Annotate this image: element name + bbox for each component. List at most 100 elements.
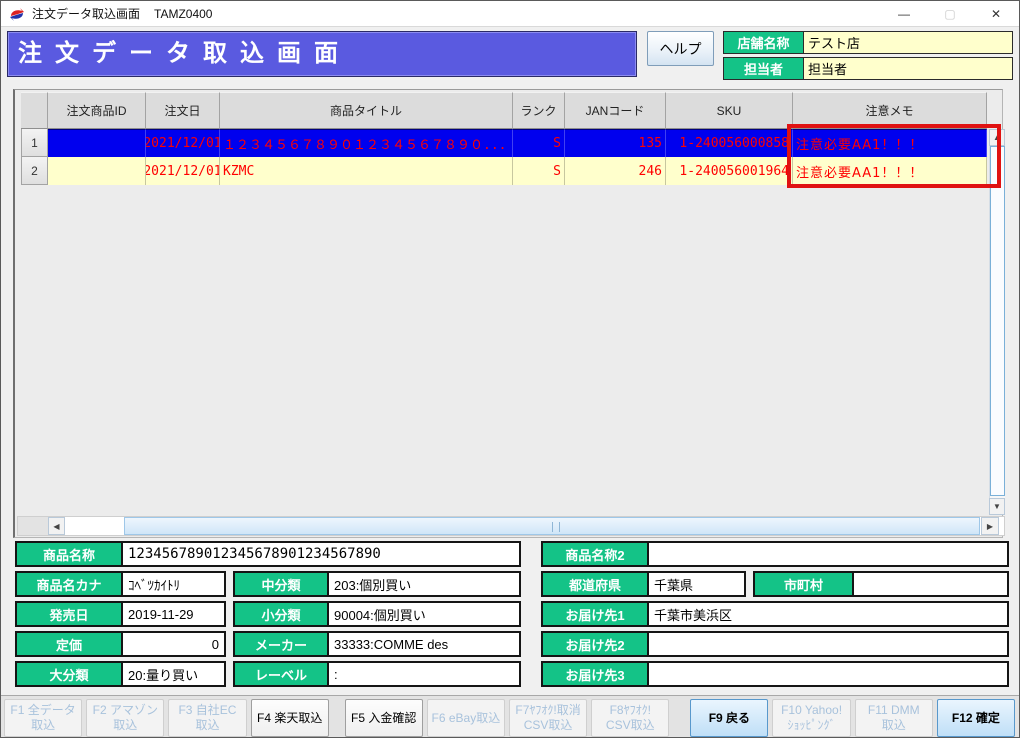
- vertical-scrollbar-track[interactable]: [989, 146, 1005, 498]
- release-date-group: 発売日 2019-11-29: [15, 601, 226, 627]
- store-name-field[interactable]: テスト店: [804, 32, 1012, 53]
- store-name-group: 店舗名称 テスト店: [723, 31, 1013, 54]
- scroll-left-button[interactable]: ◀: [48, 517, 65, 535]
- major-class-group: 大分類 20:量り買い: [15, 661, 226, 687]
- row-number[interactable]: 1: [21, 129, 48, 157]
- f9-back-button[interactable]: F9 戻る: [690, 699, 768, 737]
- window-controls: — ▢ ✕: [881, 1, 1019, 27]
- release-date-label: 発売日: [17, 603, 123, 625]
- list-price-field[interactable]: 0: [123, 633, 224, 655]
- major-class-field[interactable]: 20:量り買い: [123, 663, 224, 685]
- store-name-label: 店舗名称: [724, 32, 804, 53]
- order-grid: 注文商品ID 注文日 商品タイトル ランク JANコード SKU 注意メモ 1 …: [13, 89, 1003, 538]
- f3-own-ec-import-button: F3 自社EC取込: [168, 699, 246, 737]
- cell-order-date: 2021/12/01: [146, 157, 220, 185]
- scroll-down-button[interactable]: ▼: [989, 498, 1005, 515]
- cell-title: １２３４５６７８９０１２３４５６７８９０...: [220, 129, 513, 157]
- product-name-label: 商品名称: [17, 543, 123, 565]
- address3-group: お届け先3: [541, 661, 1009, 687]
- col-header-sku[interactable]: SKU: [666, 92, 793, 129]
- cell-sku: 1-240056001964: [666, 157, 793, 185]
- cell-rank: S: [513, 129, 565, 157]
- product-name-field[interactable]: 123456789012345678901234567890: [123, 543, 519, 565]
- f1-all-data-import-button: F1 全データ取込: [4, 699, 82, 737]
- horizontal-scrollbar-thumb[interactable]: [124, 517, 980, 535]
- minor-class-label: 小分類: [235, 603, 329, 625]
- product-kana-field[interactable]: ｺﾍﾞﾂｶｲﾄﾘ: [123, 573, 224, 595]
- product-kana-group: 商品名カナ ｺﾍﾞﾂｶｲﾄﾘ: [15, 571, 226, 597]
- product-name2-group: 商品名称2: [541, 541, 1009, 567]
- maximize-button: ▢: [927, 1, 973, 27]
- product-name2-label: 商品名称2: [543, 543, 649, 565]
- cell-rank: S: [513, 157, 565, 185]
- city-label: 市町村: [755, 573, 854, 595]
- maker-group: メーカー 33333:COMME des: [233, 631, 521, 657]
- person-field[interactable]: 担当者: [804, 58, 1012, 79]
- label-name-field[interactable]: :: [329, 663, 519, 685]
- col-header-order-id[interactable]: 注文商品ID: [48, 92, 146, 129]
- scroll-right-icon: ▶: [987, 522, 993, 531]
- address3-label: お届け先3: [543, 663, 649, 685]
- major-class-label: 大分類: [17, 663, 123, 685]
- maker-label: メーカー: [235, 633, 329, 655]
- minor-class-field[interactable]: 90004:個別買い: [329, 603, 519, 625]
- address1-field[interactable]: 千葉市美浜区: [649, 603, 1007, 625]
- cell-order-id: [48, 157, 146, 185]
- mid-class-group: 中分類 203:個別買い: [233, 571, 521, 597]
- col-header-jan[interactable]: JANコード: [565, 92, 666, 129]
- col-header-rank[interactable]: ランク: [513, 92, 565, 129]
- f8-yafuoku-csv-button: F8ﾔﾌｵｸ!CSV取込: [591, 699, 669, 737]
- page-title-banner: 注文データ取込画面: [7, 31, 637, 77]
- close-button[interactable]: ✕: [973, 1, 1019, 27]
- label-name-group: レーベル :: [233, 661, 521, 687]
- cell-order-id: [48, 129, 146, 157]
- col-header-order-date[interactable]: 注文日: [146, 92, 220, 129]
- grid-corner-cell: [21, 92, 48, 129]
- f4-rakuten-import-button[interactable]: F4 楽天取込: [251, 699, 329, 737]
- cell-title: KZMC: [220, 157, 513, 185]
- address1-group: お届け先1 千葉市美浜区: [541, 601, 1009, 627]
- cell-sku: 1-240056000858: [666, 129, 793, 157]
- scroll-left-icon: ◀: [53, 522, 59, 531]
- prefecture-label: 都道府県: [543, 573, 649, 595]
- maker-field[interactable]: 33333:COMME des: [329, 633, 519, 655]
- address2-label: お届け先2: [543, 633, 649, 655]
- row-number[interactable]: 2: [21, 157, 48, 185]
- address2-field[interactable]: [649, 633, 1007, 655]
- scrollbar-grip-icon: [552, 522, 560, 532]
- function-key-bar: F1 全データ取込 F2 アマゾン取込 F3 自社EC取込 F4 楽天取込 F5…: [1, 695, 1019, 738]
- horizontal-scrollbar-track[interactable]: [17, 516, 1005, 536]
- address2-group: お届け先2: [541, 631, 1009, 657]
- title-bar: 注文データ取込画面 TAMZ0400 — ▢ ✕: [1, 1, 1019, 27]
- cell-jan: 135: [565, 129, 666, 157]
- mid-class-field[interactable]: 203:個別買い: [329, 573, 519, 595]
- app-window: 注文データ取込画面 TAMZ0400 — ▢ ✕ 注文データ取込画面 ヘルプ 店…: [0, 0, 1020, 738]
- window-code: TAMZ0400: [154, 7, 212, 21]
- app-icon: [9, 6, 25, 22]
- f7-yafuoku-cancel-csv-button: F7ﾔﾌｵｸ!取消CSV取込: [509, 699, 587, 737]
- cell-order-date: 2021/12/01: [146, 129, 220, 157]
- col-header-title[interactable]: 商品タイトル: [220, 92, 513, 129]
- scroll-right-button[interactable]: ▶: [981, 517, 999, 535]
- person-label: 担当者: [724, 58, 804, 79]
- address3-field[interactable]: [649, 663, 1007, 685]
- f5-payment-check-button[interactable]: F5 入金確認: [345, 699, 423, 737]
- memo-highlight-box: [787, 124, 1001, 188]
- list-price-group: 定価 0: [15, 631, 226, 657]
- f12-confirm-button[interactable]: F12 確定: [937, 699, 1015, 737]
- prefecture-group: 都道府県 千葉県: [541, 571, 746, 597]
- product-name2-field[interactable]: [649, 543, 1007, 565]
- minor-class-group: 小分類 90004:個別買い: [233, 601, 521, 627]
- label-name-label: レーベル: [235, 663, 329, 685]
- city-field[interactable]: [854, 573, 1007, 595]
- address1-label: お届け先1: [543, 603, 649, 625]
- prefecture-field[interactable]: 千葉県: [649, 573, 744, 595]
- help-button[interactable]: ヘルプ: [647, 31, 714, 66]
- f10-yahoo-shopping-button: F10 Yahoo!ｼｮｯﾋﾟﾝｸﾞ: [772, 699, 850, 737]
- release-date-field[interactable]: 2019-11-29: [123, 603, 224, 625]
- product-kana-label: 商品名カナ: [17, 573, 123, 595]
- vertical-scrollbar-thumb[interactable]: [990, 146, 1005, 496]
- cell-jan: 246: [565, 157, 666, 185]
- product-name-group: 商品名称 123456789012345678901234567890: [15, 541, 521, 567]
- minimize-button[interactable]: —: [881, 1, 927, 27]
